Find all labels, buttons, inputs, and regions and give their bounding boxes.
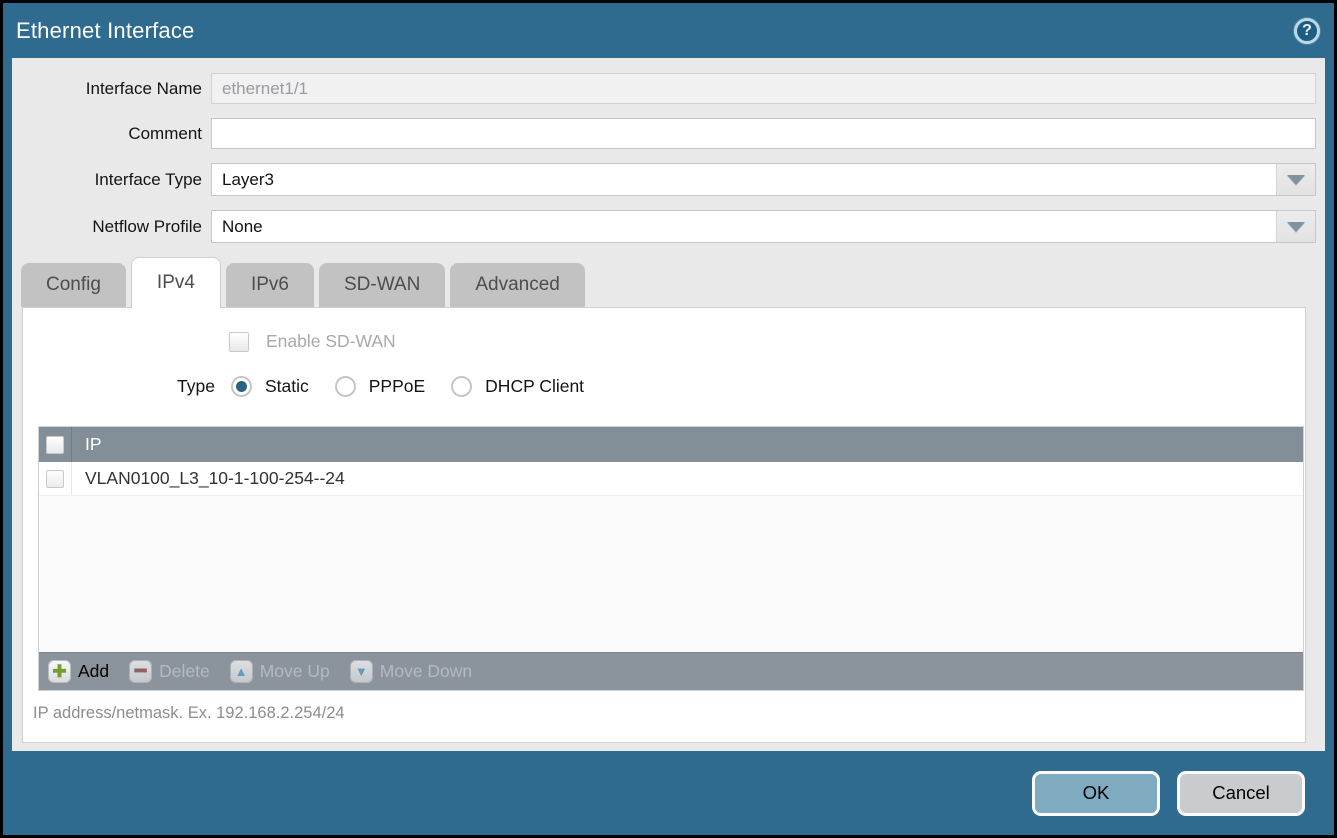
header-checkbox-cell — [39, 427, 72, 462]
form-row-interface-name: Interface Name — [12, 73, 1316, 104]
row-checkbox[interactable] — [46, 470, 64, 488]
dialog-footer: OK Cancel — [3, 751, 1334, 835]
netflow-profile-label: Netflow Profile — [12, 217, 211, 237]
dialog-titlebar: Ethernet Interface ? — [3, 3, 1334, 58]
form-row-comment: Comment — [12, 118, 1316, 149]
radio-dhcp-client[interactable] — [451, 376, 472, 397]
help-icon[interactable]: ? — [1294, 18, 1320, 44]
interface-type-value: Layer3 — [222, 170, 274, 190]
radio-pppoe[interactable] — [335, 376, 356, 397]
type-radio-group: Type Static PPPoE DHCP Client — [177, 376, 1305, 397]
comment-field[interactable] — [211, 118, 1316, 149]
radio-dhcp-client-label[interactable]: DHCP Client — [485, 376, 584, 397]
radio-dot — [456, 381, 467, 392]
delete-button[interactable]: ━ Delete — [129, 660, 210, 683]
table-toolbar: ✚ Add ━ Delete ▲ Move Up ▼ Move Down — [39, 652, 1303, 690]
netflow-profile-value: None — [222, 217, 263, 237]
ipv4-tab-panel: Enable SD-WAN Type Static PPPoE DHCP Cli… — [22, 307, 1306, 743]
interface-name-field — [211, 73, 1316, 104]
netflow-profile-dropdown-button[interactable] — [1276, 211, 1315, 242]
tab-ipv4[interactable]: IPv4 — [131, 257, 221, 308]
tab-advanced[interactable]: Advanced — [450, 263, 585, 307]
comment-label: Comment — [12, 124, 211, 144]
tab-ipv6[interactable]: IPv6 — [226, 263, 314, 307]
radio-static[interactable] — [231, 376, 252, 397]
table-empty-area — [39, 496, 1303, 652]
interface-type-dropdown[interactable]: Layer3 — [211, 163, 1316, 196]
delete-button-label: Delete — [159, 661, 210, 682]
radio-dot — [236, 381, 247, 392]
dialog-title: Ethernet Interface — [16, 18, 194, 44]
ethernet-interface-dialog: Ethernet Interface ? Interface Name Comm… — [0, 0, 1337, 838]
tab-bar: Config IPv4 IPv6 SD-WAN Advanced — [21, 257, 1316, 307]
move-up-button-label: Move Up — [260, 661, 330, 682]
move-down-button-label: Move Down — [380, 661, 472, 682]
ip-cell-value[interactable]: VLAN0100_L3_10-1-100-254--24 — [85, 468, 345, 489]
add-button-label: Add — [78, 661, 109, 682]
interface-type-label: Interface Type — [12, 170, 211, 190]
form-row-interface-type: Interface Type Layer3 — [12, 163, 1316, 196]
type-label: Type — [177, 376, 215, 397]
select-all-checkbox[interactable] — [46, 436, 64, 454]
interface-name-label: Interface Name — [12, 79, 211, 99]
move-down-button[interactable]: ▼ Move Down — [350, 660, 472, 683]
plus-icon: ✚ — [48, 660, 71, 683]
minus-icon: ━ — [129, 660, 152, 683]
tab-config[interactable]: Config — [21, 263, 126, 307]
form-row-netflow-profile: Netflow Profile None — [12, 210, 1316, 243]
enable-sdwan-checkbox — [229, 332, 249, 352]
ok-button[interactable]: OK — [1032, 771, 1160, 816]
row-checkbox-cell — [39, 462, 72, 495]
ip-format-hint: IP address/netmask. Ex. 192.168.2.254/24 — [33, 704, 1305, 723]
enable-sdwan-row: Enable SD-WAN — [229, 331, 1305, 352]
ip-table: IP VLAN0100_L3_10-1-100-254--24 ✚ Add ━ — [38, 426, 1304, 691]
interface-type-dropdown-button[interactable] — [1276, 164, 1315, 195]
dialog-content: Interface Name Comment Interface Type La… — [12, 58, 1325, 751]
radio-pppoe-label[interactable]: PPPoE — [369, 376, 425, 397]
netflow-profile-dropdown[interactable]: None — [211, 210, 1316, 243]
arrow-up-icon: ▲ — [230, 660, 253, 683]
ip-column-header[interactable]: IP — [85, 434, 102, 455]
table-row[interactable]: VLAN0100_L3_10-1-100-254--24 — [39, 462, 1303, 496]
chevron-down-icon — [1287, 175, 1305, 185]
cancel-button[interactable]: Cancel — [1177, 771, 1305, 816]
ip-table-header: IP — [39, 427, 1303, 462]
enable-sdwan-label: Enable SD-WAN — [266, 331, 396, 352]
arrow-down-icon: ▼ — [350, 660, 373, 683]
add-button[interactable]: ✚ Add — [48, 660, 109, 683]
radio-static-label[interactable]: Static — [265, 376, 309, 397]
tab-sdwan[interactable]: SD-WAN — [319, 263, 445, 307]
radio-dot — [340, 381, 351, 392]
move-up-button[interactable]: ▲ Move Up — [230, 660, 330, 683]
chevron-down-icon — [1287, 222, 1305, 232]
